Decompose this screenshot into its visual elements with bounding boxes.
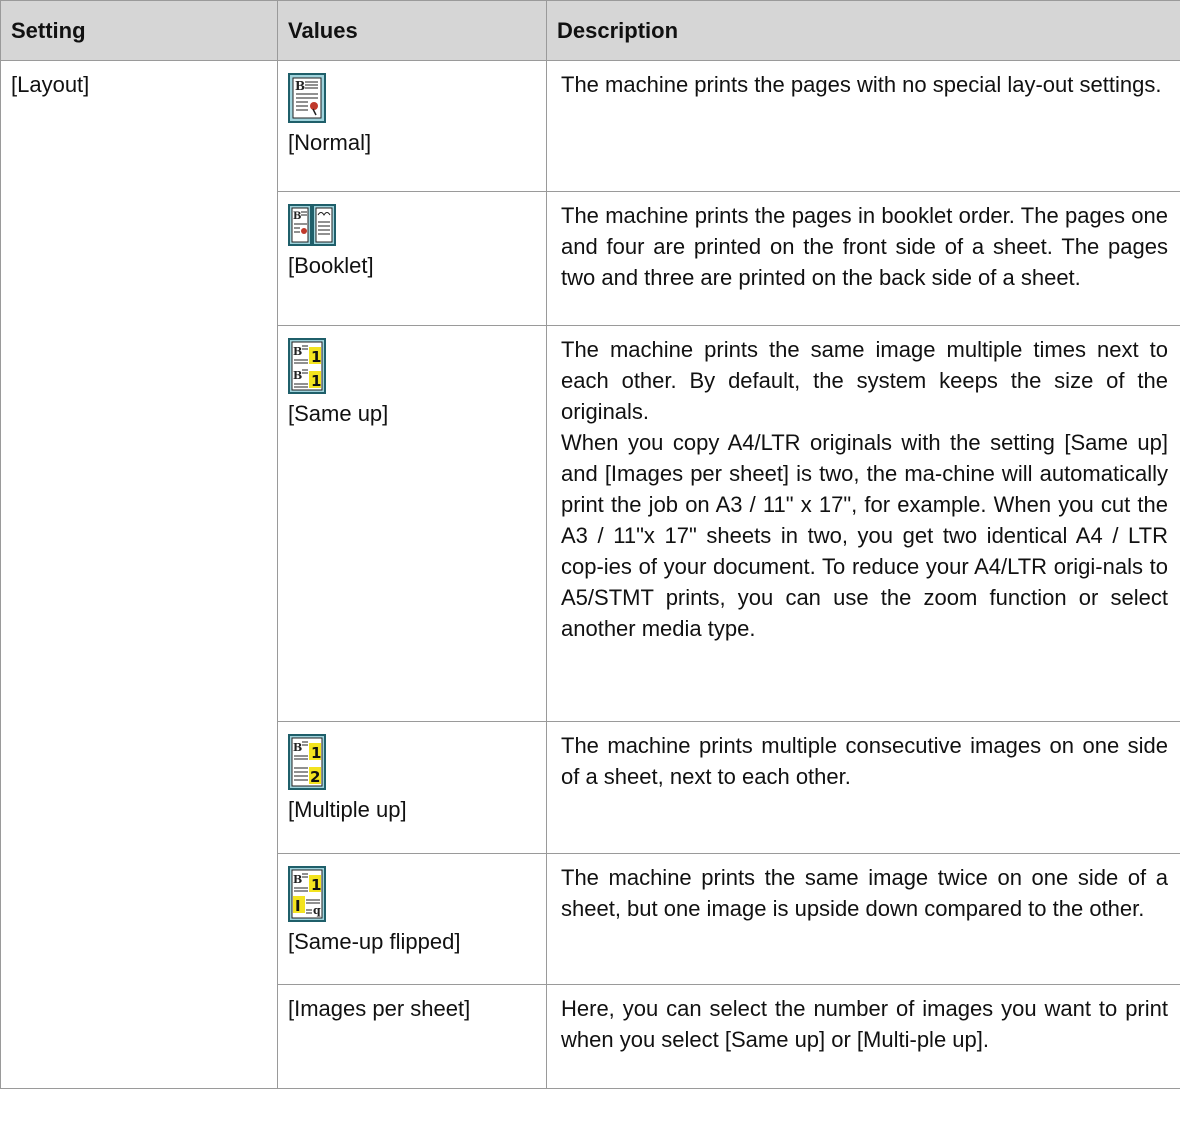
value-label: [Booklet] [288, 253, 374, 278]
description-cell: The machine prints multiple consecutive … [546, 721, 1180, 854]
same-up-flipped-layout-icon: B 1 I q [288, 866, 326, 922]
value-label: [Images per sheet] [288, 996, 471, 1021]
description-text: Here, you can select the number of image… [561, 996, 1168, 1052]
header-description: Description [546, 0, 1180, 61]
svg-text:B: B [295, 79, 305, 93]
setting-name: [Layout] [11, 72, 90, 97]
value-cell: [Images per sheet] [277, 984, 547, 1089]
layout-settings-table: Setting Values Description [Layout] B [N… [0, 0, 1180, 1089]
svg-text:B: B [293, 211, 301, 222]
svg-text:B: B [293, 873, 302, 886]
svg-text:B: B [293, 345, 302, 358]
description-text: When you copy A4/LTR originals with the … [561, 430, 1168, 641]
booklet-layout-icon: B [288, 204, 336, 246]
value-cell: B 1 I q [Same-up flipped] [277, 853, 547, 985]
description-cell: Here, you can select the number of image… [546, 984, 1180, 1089]
header-values: Values [277, 0, 547, 61]
header-row: Setting Values Description [0, 0, 1180, 61]
description-cell: The machine prints the same image multip… [546, 325, 1180, 722]
description-cell: The machine prints the same image twice … [546, 853, 1180, 985]
normal-layout-icon: B [288, 73, 326, 123]
svg-text:B: B [293, 741, 302, 754]
value-label: [Same up] [288, 401, 389, 426]
description-text: The machine prints the pages in booklet … [561, 203, 1168, 290]
description-cell: The machine prints the pages with no spe… [546, 60, 1180, 192]
svg-text:I: I [295, 897, 301, 915]
svg-text:1: 1 [311, 876, 321, 894]
description-text: The machine prints multiple consecutive … [561, 733, 1168, 789]
svg-text:1: 1 [311, 372, 321, 390]
setting-cell: [Layout] [0, 60, 278, 1089]
value-label: [Same-up flipped] [288, 929, 461, 954]
value-cell: B 1 2 [Multiple up] [277, 721, 547, 854]
same-up-layout-icon: B 1 B 1 [288, 338, 326, 394]
multiple-up-layout-icon: B 1 2 [288, 734, 326, 790]
description-cell: The machine prints the pages in booklet … [546, 191, 1180, 326]
value-cell: B 1 B 1 [Same up] [277, 325, 547, 722]
value-cell: B [Normal] [277, 60, 547, 192]
svg-text:1: 1 [311, 744, 321, 762]
svg-text:2: 2 [310, 768, 320, 786]
header-setting: Setting [0, 0, 278, 61]
description-text: The machine prints the same image twice … [561, 865, 1168, 921]
description-text: The machine prints the same image multip… [561, 337, 1168, 424]
svg-text:q: q [313, 904, 321, 917]
value-label: [Normal] [288, 130, 372, 155]
value-label: [Multiple up] [288, 797, 407, 822]
svg-text:B: B [293, 369, 302, 382]
table-row: [Layout] B [Normal] The machine prints t [0, 60, 1180, 1089]
value-cell: B [Booklet] [277, 191, 547, 326]
description-text: The machine prints the pages with no spe… [561, 72, 1162, 97]
svg-text:1: 1 [311, 348, 321, 366]
